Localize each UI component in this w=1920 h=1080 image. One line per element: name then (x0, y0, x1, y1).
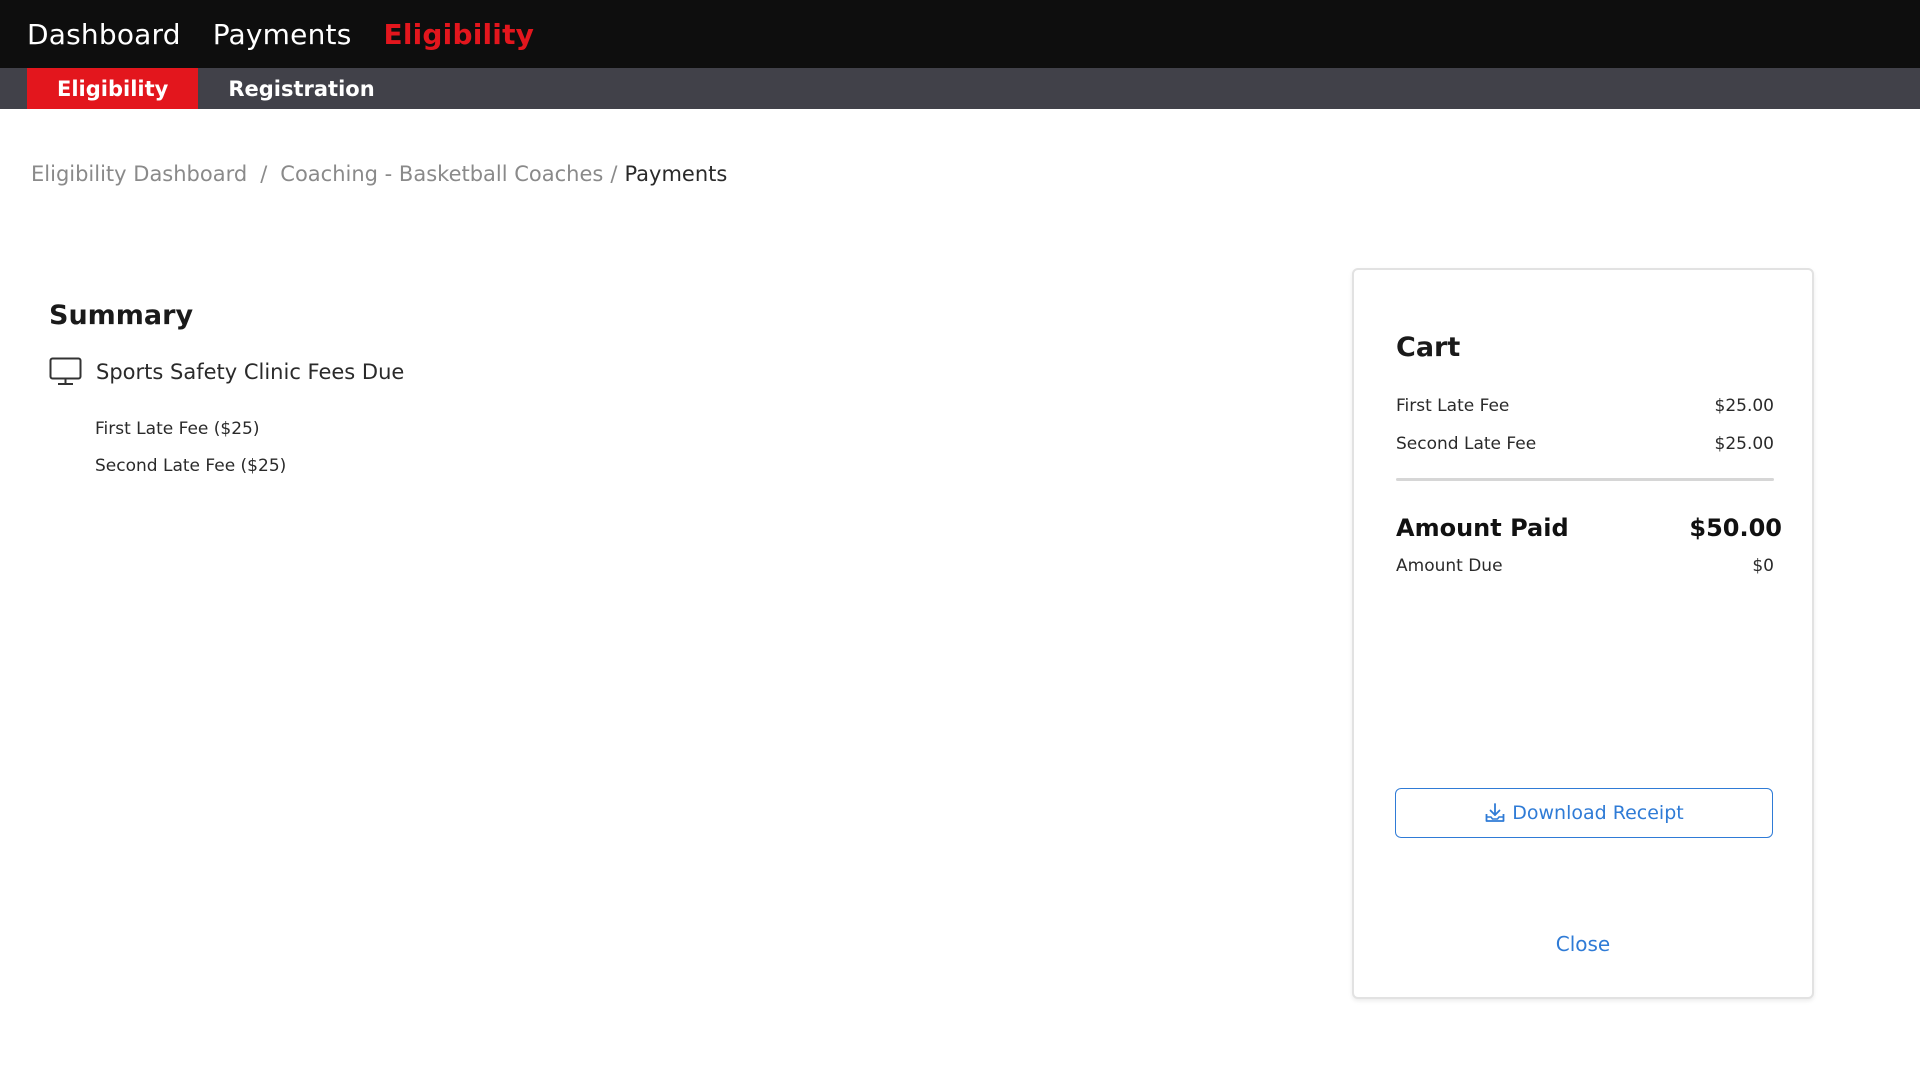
amount-due-row: Amount Due $0 (1396, 556, 1774, 576)
sub-nav: Eligibility Registration (0, 68, 1920, 109)
breadcrumb: Eligibility Dashboard / Coaching - Baske… (31, 162, 727, 186)
cart-fee-amount: $25.00 (1714, 434, 1774, 454)
summary-items: First Late Fee ($25) Second Late Fee ($2… (95, 411, 404, 485)
nav-payments[interactable]: Payments (213, 18, 352, 51)
tab-registration[interactable]: Registration (198, 68, 404, 109)
summary-title: Summary (49, 300, 194, 331)
download-receipt-label: Download Receipt (1512, 802, 1684, 824)
cart-fee-label: First Late Fee (1396, 396, 1510, 416)
amount-paid-row: Amount Paid $50.00 (1396, 514, 1782, 542)
nav-eligibility[interactable]: Eligibility (384, 18, 535, 51)
cart-divider (1396, 478, 1774, 481)
cart-fee-label: Second Late Fee (1396, 434, 1537, 454)
summary-group-label: Sports Safety Clinic Fees Due (96, 360, 405, 384)
summary-item: Second Late Fee ($25) (95, 456, 287, 476)
amount-paid-label: Amount Paid (1396, 514, 1569, 542)
cart-title: Cart (1396, 332, 1461, 363)
summary-section: Summary Sports Safety Clinic Fees Due Fi… (49, 300, 404, 485)
cart-fee-amount: $25.00 (1714, 396, 1774, 416)
monitor-icon (49, 357, 82, 385)
breadcrumb-eligibility-dashboard[interactable]: Eligibility Dashboard (31, 162, 247, 186)
summary-group: Sports Safety Clinic Fees Due (49, 357, 404, 387)
summary-item: First Late Fee ($25) (95, 419, 260, 439)
cart-panel: Cart First Late Fee $25.00 Second Late F… (1352, 268, 1814, 999)
breadcrumb-current: Payments (624, 162, 728, 186)
amount-due-label: Amount Due (1396, 556, 1503, 576)
tab-eligibility[interactable]: Eligibility (27, 68, 199, 109)
amount-due-value: $0 (1752, 556, 1774, 576)
top-nav: Dashboard Payments Eligibility (0, 0, 1920, 68)
nav-dashboard[interactable]: Dashboard (27, 18, 181, 51)
breadcrumb-coaching[interactable]: Coaching - Basketball Coaches (280, 162, 603, 186)
download-icon (1485, 803, 1505, 822)
download-receipt-button[interactable]: Download Receipt (1395, 788, 1773, 838)
breadcrumb-separator: / (610, 162, 618, 186)
cart-fee-row: Second Late Fee $25.00 (1396, 434, 1774, 454)
close-link[interactable]: Close (1354, 932, 1812, 956)
amount-paid-value: $50.00 (1689, 514, 1782, 542)
cart-fee-row: First Late Fee $25.00 (1396, 396, 1774, 416)
breadcrumb-separator: / (260, 162, 268, 186)
